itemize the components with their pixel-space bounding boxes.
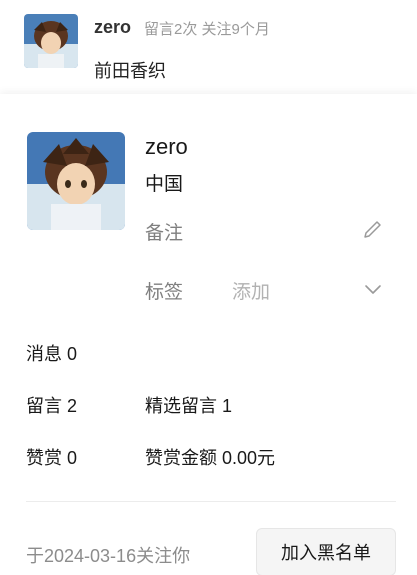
comment-text: 前田香织 xyxy=(94,61,166,81)
pencil-icon[interactable] xyxy=(362,218,384,240)
stat-comments: 留言 2 xyxy=(26,396,78,416)
stat-reward-amount: 赞赏金额 0.00元 xyxy=(145,448,276,468)
tag-add[interactable]: 添加 xyxy=(232,277,270,304)
user-profile-card: zero 中国 备注 标签 添加 消息 0 留言 2 精选留言 1 赞赏 0 赞… xyxy=(0,94,417,575)
comment-author[interactable]: zero xyxy=(94,17,131,38)
followed-since: 于2024-03-16关注你 xyxy=(26,546,191,566)
stat-messages: 消息 0 xyxy=(26,344,78,364)
stat-featured-comments: 精选留言 1 xyxy=(145,396,233,416)
profile-region: 中国 xyxy=(145,174,184,195)
block-user-button[interactable]: 加入黑名单 xyxy=(256,528,396,575)
divider xyxy=(26,501,396,502)
comment-meta: 留言2次 关注9个月 xyxy=(144,21,270,38)
remark-label[interactable]: 备注 xyxy=(145,218,183,245)
chevron-down-icon[interactable] xyxy=(362,278,384,300)
profile-name: zero xyxy=(145,134,188,159)
profile-avatar xyxy=(27,132,125,230)
stat-rewards: 赞赏 0 xyxy=(26,448,78,468)
comment-avatar[interactable] xyxy=(24,14,78,68)
tag-label: 标签 xyxy=(145,282,184,303)
